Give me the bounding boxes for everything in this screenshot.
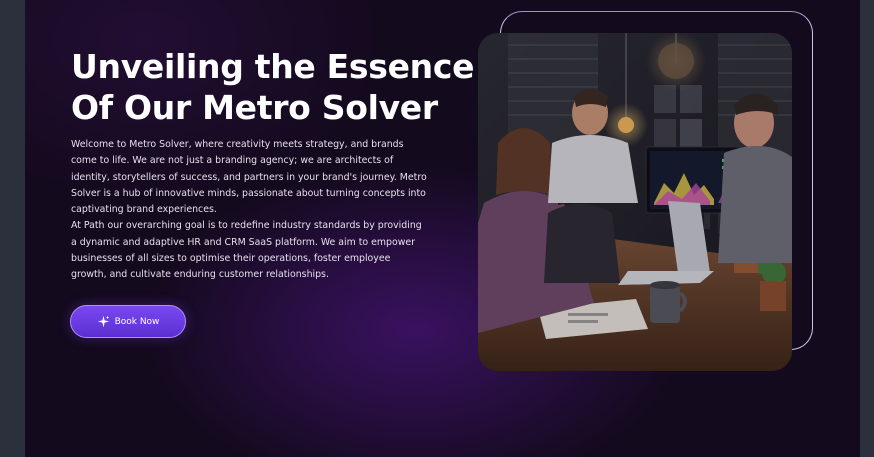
team-meeting-photo xyxy=(478,33,792,371)
hero-title: Unveiling the Essence Of Our Metro Solve… xyxy=(71,46,475,128)
sparkle-icon xyxy=(97,315,109,328)
book-now-button[interactable]: Book Now xyxy=(70,305,186,338)
hero-title-line-1: Unveiling the Essence xyxy=(71,47,475,86)
hero-paragraph-1: Welcome to Metro Solver, where creativit… xyxy=(71,139,427,216)
hero-section: Unveiling the Essence Of Our Metro Solve… xyxy=(25,0,860,457)
hero-title-line-2: Of Our Metro Solver xyxy=(71,88,438,127)
hero-description: Welcome to Metro Solver, where creativit… xyxy=(71,137,427,284)
hero-paragraph-2: At Path our overarching goal is to redef… xyxy=(71,220,422,281)
book-now-label: Book Now xyxy=(114,316,160,327)
